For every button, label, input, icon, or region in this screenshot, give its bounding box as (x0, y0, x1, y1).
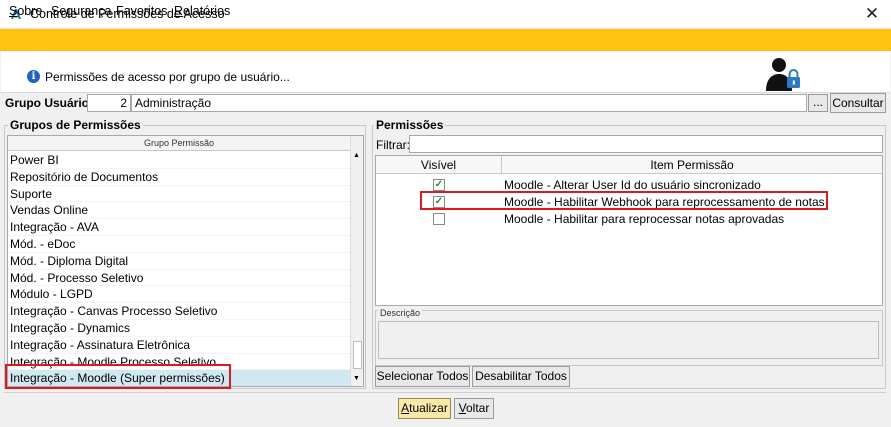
permissions-title: Permissões (374, 118, 446, 132)
disable-all-button[interactable]: Desabilitar Todos (472, 366, 570, 387)
consult-button[interactable]: Consultar (830, 93, 886, 113)
permission-groups-title: Grupos de Permissões (8, 118, 143, 132)
menu-item-favoritos[interactable]: Favoritos (116, 4, 167, 18)
permissions-grid: Visível Item Permissão ✓ Moodle - Alterar… (375, 155, 883, 306)
list-item[interactable]: Mód. - Processo Seletivo (8, 270, 350, 287)
column-header-visible[interactable]: Visível (376, 156, 502, 174)
column-header-item[interactable]: Item Permissão (502, 156, 882, 174)
list-item[interactable]: Integração - Dynamics (8, 320, 350, 337)
list-item[interactable]: Integração - Canvas Processo Seletivo (8, 303, 350, 320)
list-item[interactable]: Mód. - eDoc (8, 236, 350, 253)
visible-checkbox[interactable] (433, 213, 445, 225)
filter-input[interactable] (409, 135, 883, 153)
list-item[interactable]: Suporte (8, 186, 350, 203)
permissions-grid-header: Visível Item Permissão (376, 156, 882, 174)
vertical-scrollbar[interactable]: ▲ ▼ (350, 136, 363, 386)
menu-item-sobre[interactable]: Sobre (9, 4, 42, 18)
visible-checkbox[interactable]: ✓ (433, 196, 445, 208)
list-item[interactable]: Integração - Moodle (Super permissões) (8, 370, 350, 386)
list-item[interactable]: Integração - Moodle Processo Seletivo (8, 354, 350, 371)
description-field[interactable] (378, 321, 879, 359)
info-text: Permissões de acesso por grupo de usuári… (45, 70, 290, 84)
list-item[interactable]: Integração - Assinatura Eletrônica (8, 337, 350, 354)
permission-item-label: Moodle - Alterar User Id do usuário sinc… (504, 178, 761, 192)
filter-label: Filtrar: (376, 138, 410, 152)
scroll-down-icon[interactable]: ▼ (353, 375, 360, 382)
group-user-label: Grupo Usuário: (5, 96, 94, 110)
list-item[interactable]: Integração - AVA (8, 219, 350, 236)
group-user-code-field[interactable]: 2 (87, 94, 131, 112)
permission-item-label: Moodle - Habilitar Webhook para reproces… (504, 195, 825, 209)
user-lock-icon (766, 58, 800, 91)
table-row[interactable]: ✓ Moodle - Alterar User Id do usuário sin… (376, 177, 882, 194)
scroll-thumb[interactable] (353, 341, 362, 369)
select-all-button[interactable]: Selecionar Todos (375, 366, 470, 387)
visible-checkbox[interactable]: ✓ (433, 179, 445, 191)
info-icon: i (27, 70, 40, 83)
list-item[interactable]: Repositório de Documentos (8, 169, 350, 186)
permission-item-label: Moodle - Habilitar para reprocessar nota… (504, 212, 785, 226)
menu-item-relatorios[interactable]: Relatórios (174, 4, 230, 18)
list-item[interactable]: Vendas Online (8, 202, 350, 220)
menu-bar (0, 29, 891, 51)
lookup-button[interactable]: ... (808, 94, 828, 112)
group-user-name-field[interactable]: Administração (131, 94, 807, 112)
back-button[interactable]: Voltar (454, 398, 494, 419)
table-row[interactable]: Moodle - Habilitar para reprocessar nota… (376, 211, 882, 228)
close-icon[interactable]: ✕ (858, 3, 886, 25)
menu-item-seguranca[interactable]: Segurança (51, 4, 111, 18)
list-item[interactable]: Power BI (8, 152, 350, 169)
permission-groups-list[interactable]: Grupo Permissão Power BI Repositório de D… (7, 135, 364, 387)
column-header-group[interactable]: Grupo Permissão (8, 136, 350, 151)
description-label: Descrição (378, 308, 423, 318)
list-item[interactable]: Mód. - Diploma Digital (8, 253, 350, 270)
table-row[interactable]: ✓ Moodle - Habilitar Webhook para reproce… (376, 194, 882, 211)
group-rows: Power BI Repositório de Documentos Suporte… (8, 152, 350, 386)
list-item[interactable]: Módulo - LGPD (8, 286, 350, 304)
scroll-up-icon[interactable]: ▲ (353, 152, 360, 159)
update-button[interactable]: Atualizar (398, 398, 451, 419)
